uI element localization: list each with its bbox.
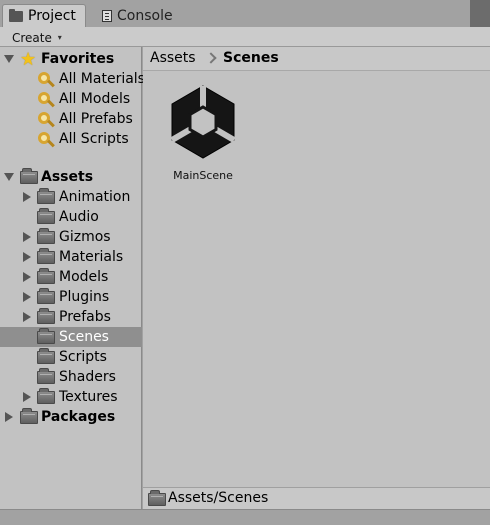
tree-item-assets[interactable]: Assets: [0, 167, 142, 187]
tree-item-label: Gizmos: [59, 229, 111, 245]
tree-item-label: Textures: [59, 389, 118, 405]
folder-icon: [37, 228, 55, 244]
tab-project[interactable]: Project: [2, 4, 86, 27]
window-tab-strip: Project Console: [0, 0, 490, 27]
tree-item-shaders[interactable]: Shaders: [0, 367, 142, 387]
tree-item-gizmos[interactable]: Gizmos: [0, 227, 142, 247]
tree-item-animation[interactable]: Animation: [0, 187, 142, 207]
tree-item-label: All Materials: [59, 71, 145, 87]
tree-item-all-models[interactable]: All Models: [0, 89, 142, 109]
folder-icon: [37, 368, 55, 384]
folder-icon: [37, 248, 55, 264]
create-dropdown-button[interactable]: Create ▾: [7, 29, 67, 45]
status-path-bar: Assets/Scenes: [143, 487, 490, 509]
folder-tree-panel: ★ Favorites All Materials All Models All…: [0, 47, 145, 509]
folder-icon: [148, 490, 166, 506]
expanded-arrow-icon[interactable]: [4, 55, 14, 63]
tab-strip-edge: [470, 0, 490, 27]
breadcrumb: Assets Scenes: [143, 47, 490, 71]
folder-icon: [37, 308, 55, 324]
collapsed-arrow-icon[interactable]: [23, 272, 31, 282]
tree-item-prefabs[interactable]: Prefabs: [0, 307, 142, 327]
tree-item-all-materials[interactable]: All Materials: [0, 69, 145, 89]
tree-item-favorites[interactable]: ★ Favorites: [0, 49, 142, 70]
tree-item-textures[interactable]: Textures: [0, 387, 142, 407]
tree-item-label: Shaders: [59, 369, 116, 385]
assets-header-label: Assets: [41, 169, 94, 185]
breadcrumb-assets[interactable]: Assets: [150, 50, 196, 66]
favorites-header-label: Favorites: [41, 51, 115, 67]
tab-console[interactable]: Console: [96, 4, 180, 27]
star-icon: ★: [20, 49, 37, 70]
tab-console-label: Console: [117, 7, 173, 24]
tree-item-label: All Models: [59, 91, 131, 107]
folder-icon: [20, 408, 38, 424]
collapsed-arrow-icon[interactable]: [5, 412, 13, 422]
tree-item-all-scripts[interactable]: All Scripts: [0, 129, 142, 149]
packages-header-label: Packages: [41, 409, 116, 425]
project-toolbar: Create ▾: [0, 27, 490, 47]
asset-item-label: MainScene: [173, 169, 233, 182]
folder-icon: [37, 188, 55, 204]
folder-icon: [37, 288, 55, 304]
create-label: Create: [12, 31, 52, 45]
tree-item-label: Audio: [59, 209, 99, 225]
folder-icon: [37, 388, 55, 404]
tree-item-packages[interactable]: Packages: [0, 407, 142, 427]
tree-item-label: Animation: [59, 189, 131, 205]
tree-item-label: Materials: [59, 249, 124, 265]
tree-item-label: All Scripts: [59, 131, 129, 147]
asset-item-mainscene[interactable]: MainScene: [163, 81, 243, 191]
collapsed-arrow-icon[interactable]: [23, 292, 31, 302]
search-icon: [37, 131, 55, 149]
tree-item-materials[interactable]: Materials: [0, 247, 142, 267]
search-icon: [37, 111, 55, 129]
tree-item-plugins[interactable]: Plugins: [0, 287, 142, 307]
status-path-label: Assets/Scenes: [168, 490, 269, 506]
expanded-arrow-icon[interactable]: [4, 173, 14, 181]
collapsed-arrow-icon[interactable]: [23, 252, 31, 262]
collapsed-arrow-icon[interactable]: [23, 232, 31, 242]
folder-contents-panel: Assets Scenes MainScene Assets/Scenes: [143, 47, 490, 509]
folder-icon: [37, 208, 55, 224]
bottom-edge: [0, 509, 490, 525]
tree-item-label: Scripts: [59, 349, 107, 365]
tree-item-label: Models: [59, 269, 109, 285]
folder-icon: [37, 328, 55, 344]
chevron-down-icon: ▾: [57, 33, 62, 42]
tree-item-audio[interactable]: Audio: [0, 207, 142, 227]
folder-icon: [37, 348, 55, 364]
tree-item-label: Prefabs: [59, 309, 111, 325]
tree-item-all-prefabs[interactable]: All Prefabs: [0, 109, 142, 129]
search-icon: [37, 71, 55, 89]
tab-project-label: Project: [28, 8, 76, 24]
chevron-right-icon: [205, 52, 217, 64]
folder-icon: [20, 168, 38, 184]
tree-item-scenes[interactable]: Scenes: [0, 327, 142, 347]
collapsed-arrow-icon[interactable]: [23, 312, 31, 322]
collapsed-arrow-icon[interactable]: [23, 192, 31, 202]
tree-item-label: Scenes: [59, 329, 109, 345]
tree-item-label: All Prefabs: [59, 111, 133, 127]
tree-item-scripts[interactable]: Scripts: [0, 347, 142, 367]
breadcrumb-scenes[interactable]: Scenes: [223, 50, 279, 66]
tree-item-models[interactable]: Models: [0, 267, 142, 287]
search-icon: [37, 91, 55, 109]
folder-icon: [9, 8, 23, 22]
collapsed-arrow-icon[interactable]: [23, 392, 31, 402]
tree-item-label: Plugins: [59, 289, 110, 305]
console-icon: [102, 9, 112, 22]
unity-scene-icon: [170, 85, 236, 159]
folder-icon: [37, 268, 55, 284]
